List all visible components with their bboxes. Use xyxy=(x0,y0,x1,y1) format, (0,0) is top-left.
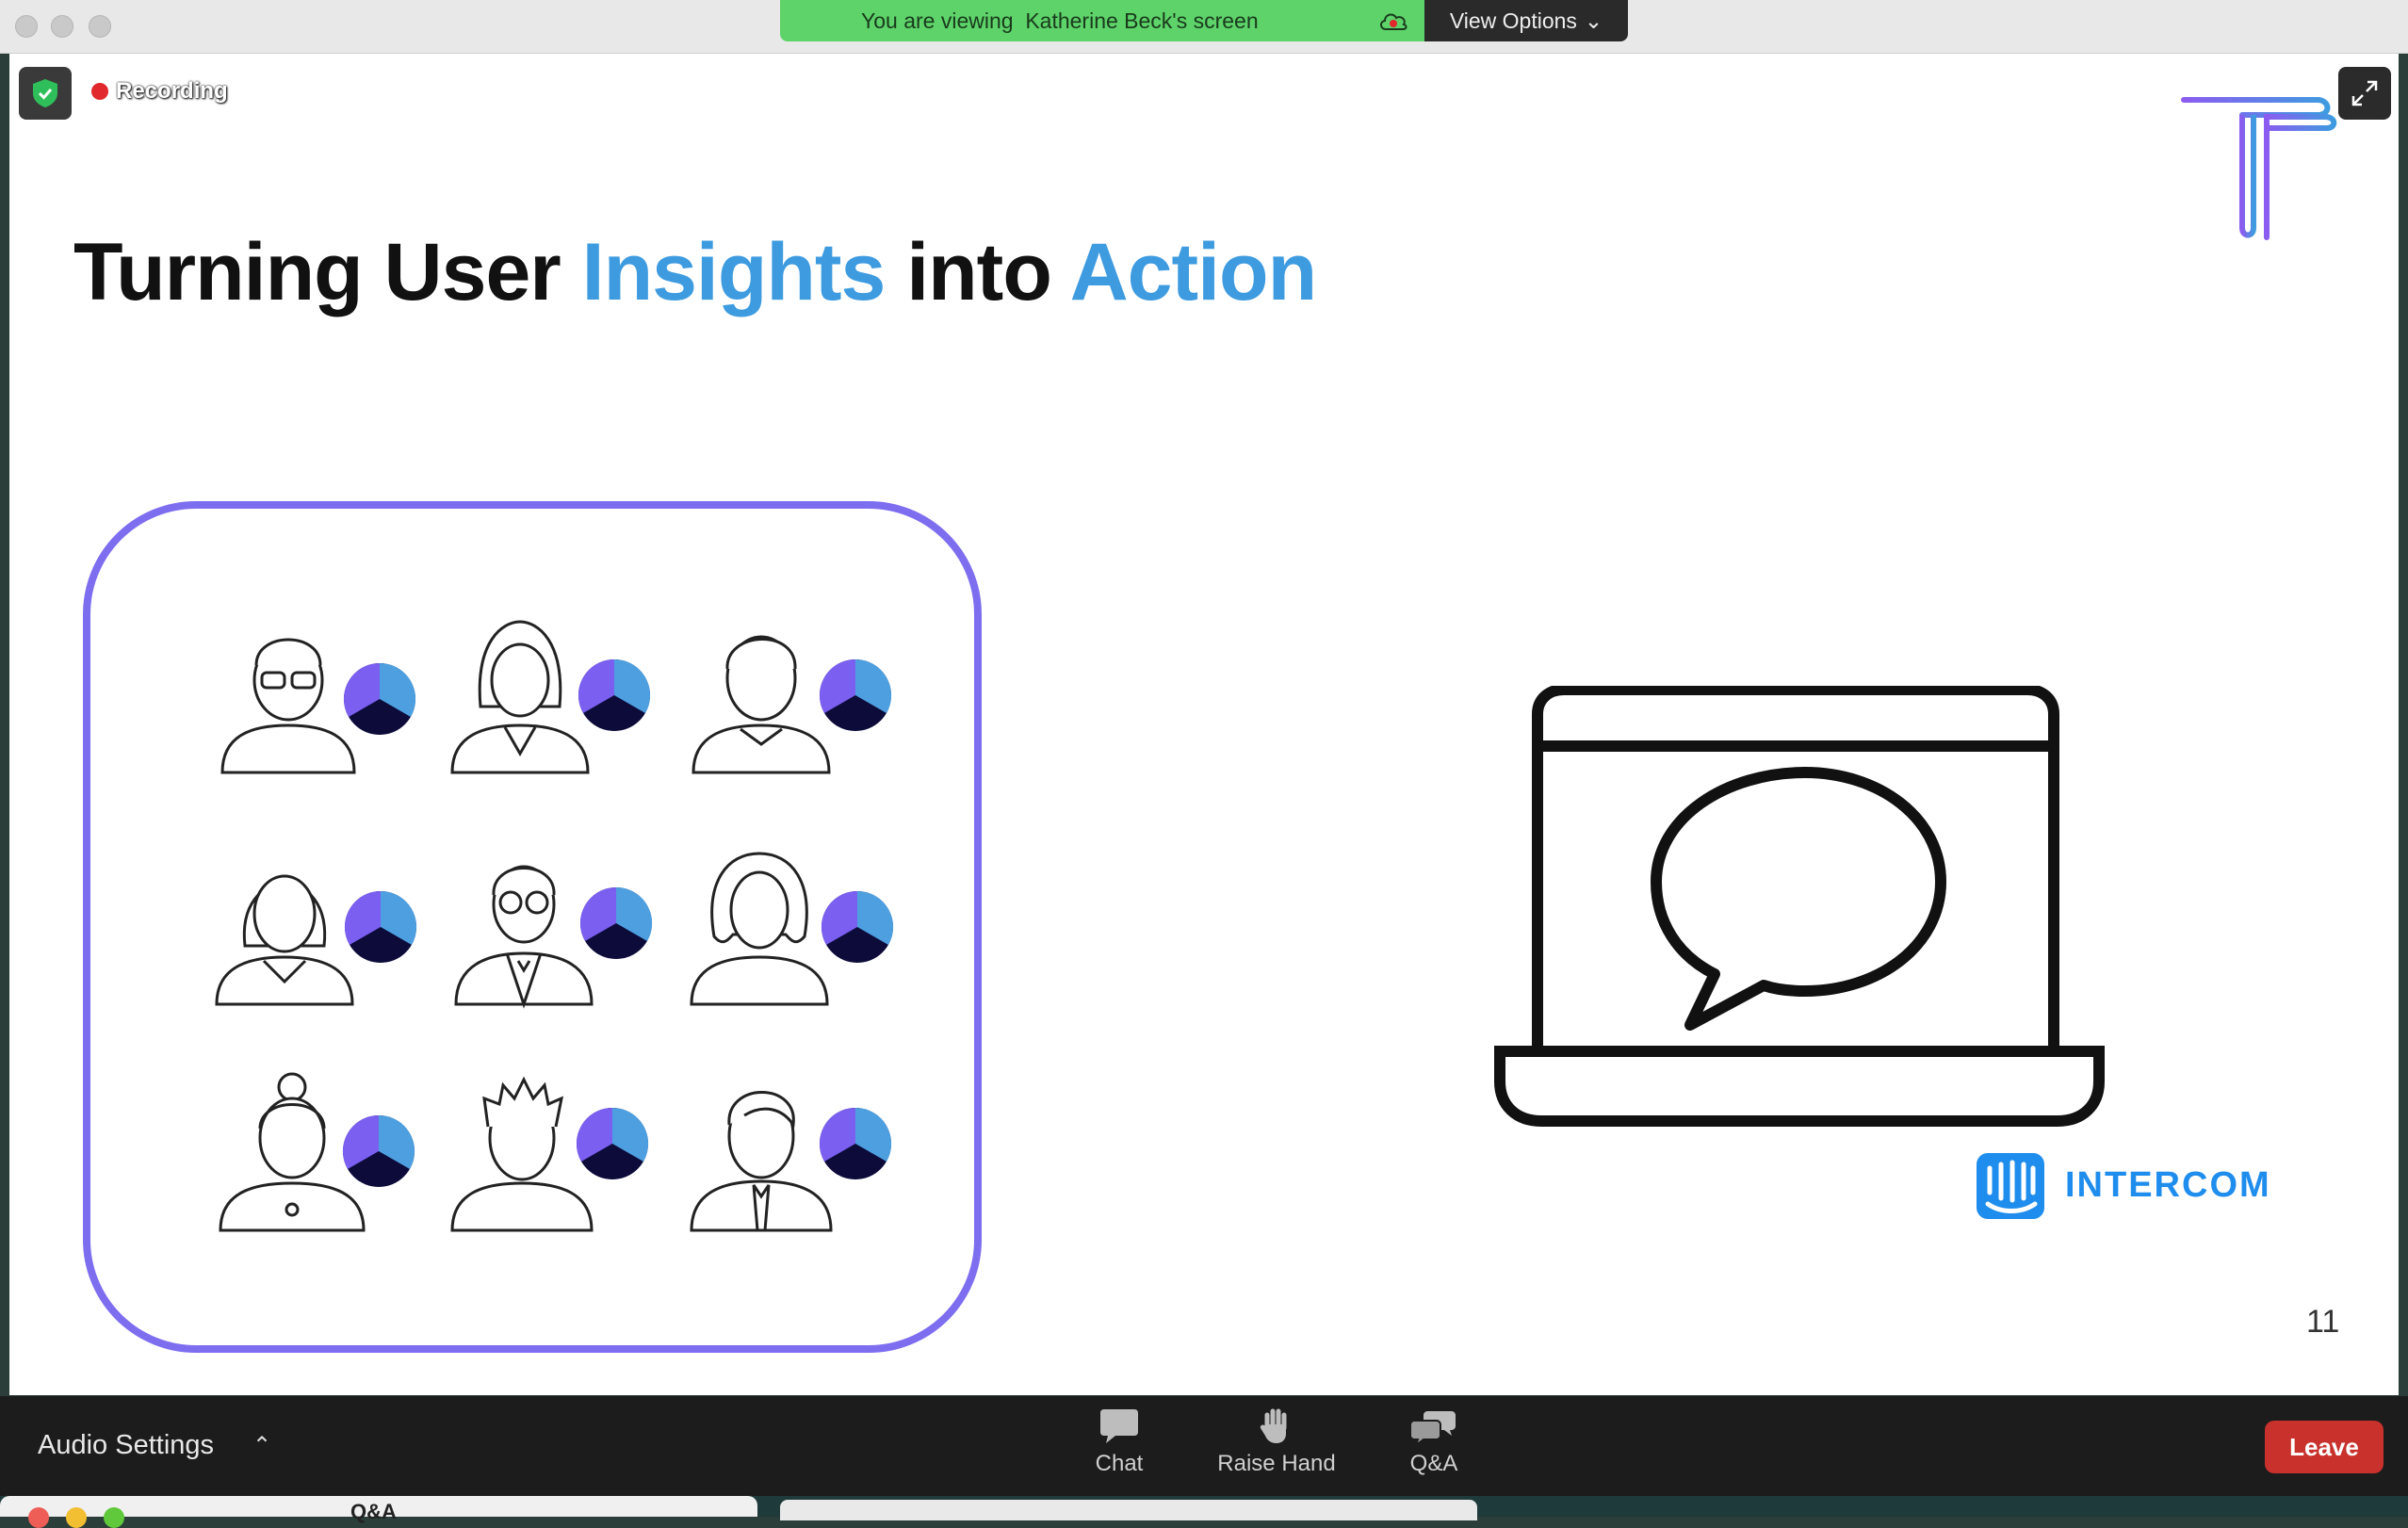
fullscreen-button[interactable] xyxy=(2338,67,2391,120)
chat-icon xyxy=(1100,1409,1138,1443)
slide-page-number: 11 xyxy=(2306,1304,2340,1340)
slide-title-accent-insights: Insights xyxy=(581,227,887,317)
security-shield-button[interactable] xyxy=(19,67,72,120)
intercom-logo-icon xyxy=(1977,1153,2044,1219)
qa-window-title: Q&A xyxy=(350,1500,397,1523)
leave-button[interactable]: Leave xyxy=(2265,1421,2384,1473)
screen-share-text: You are viewing Katherine Beck's screen xyxy=(861,8,1259,33)
intercom-wordmark: INTERCOM xyxy=(2065,1165,2271,1205)
persona-man-tie-icon xyxy=(690,1091,892,1232)
qa-window-close-button[interactable] xyxy=(28,1507,49,1528)
persona-man-spiky-hair-icon xyxy=(450,1076,649,1232)
chat-label: Chat xyxy=(1095,1451,1144,1476)
persona-man-short-hair-icon xyxy=(691,635,892,774)
audio-settings-button[interactable]: Audio Settings xyxy=(38,1430,214,1461)
persona-woman-curly-icon xyxy=(690,852,894,1006)
recording-label: Recording xyxy=(116,78,228,104)
minimize-window-button[interactable] xyxy=(51,15,73,38)
qa-icon xyxy=(1410,1411,1456,1445)
screen-share-banner: You are viewing Katherine Beck's screen xyxy=(780,0,1426,41)
raise-hand-label: Raise Hand xyxy=(1217,1451,1336,1476)
zoom-window-button[interactable] xyxy=(89,15,111,38)
close-window-button[interactable] xyxy=(15,15,38,38)
chevron-up-icon[interactable]: ⌃ xyxy=(252,1432,271,1459)
raise-hand-button[interactable]: Raise Hand xyxy=(1201,1407,1352,1477)
slide-title-part1: Turning User xyxy=(73,227,582,317)
chevron-down-icon: ⌄ xyxy=(1584,8,1603,33)
laptop-chat-icon xyxy=(1494,686,2105,1127)
persona-woman-bun-icon xyxy=(219,1072,415,1232)
raise-hand-icon xyxy=(1260,1408,1287,1443)
slide-title: Turning User Insights into Action xyxy=(73,226,1318,319)
view-options-label: View Options xyxy=(1449,8,1577,33)
presenter-brand-logo xyxy=(2181,97,2337,240)
shield-check-icon xyxy=(33,79,57,107)
qa-window-zoom-button[interactable] xyxy=(104,1507,124,1528)
persona-woman-bob-icon xyxy=(215,874,417,1006)
chat-button[interactable]: Chat xyxy=(1044,1407,1195,1477)
qa-label: Q&A xyxy=(1409,1451,1458,1476)
persona-man-glasses-icon xyxy=(220,638,416,774)
slide-title-accent-action: Action xyxy=(1069,227,1318,317)
expand-icon xyxy=(2351,80,2378,106)
cloud-recording-icon xyxy=(1380,13,1407,30)
qa-window-minimize-button[interactable] xyxy=(66,1507,87,1528)
slide-title-part2: into xyxy=(885,227,1070,317)
persona-woman-long-hair-icon xyxy=(450,620,651,774)
recording-dot-icon xyxy=(91,83,108,100)
persona-man-suit-glasses-icon xyxy=(454,865,653,1009)
view-options-button[interactable]: View Options ⌄ xyxy=(1424,0,1628,41)
qa-button[interactable]: Q&A xyxy=(1359,1407,1509,1477)
background-window[interactable] xyxy=(780,1500,1477,1520)
